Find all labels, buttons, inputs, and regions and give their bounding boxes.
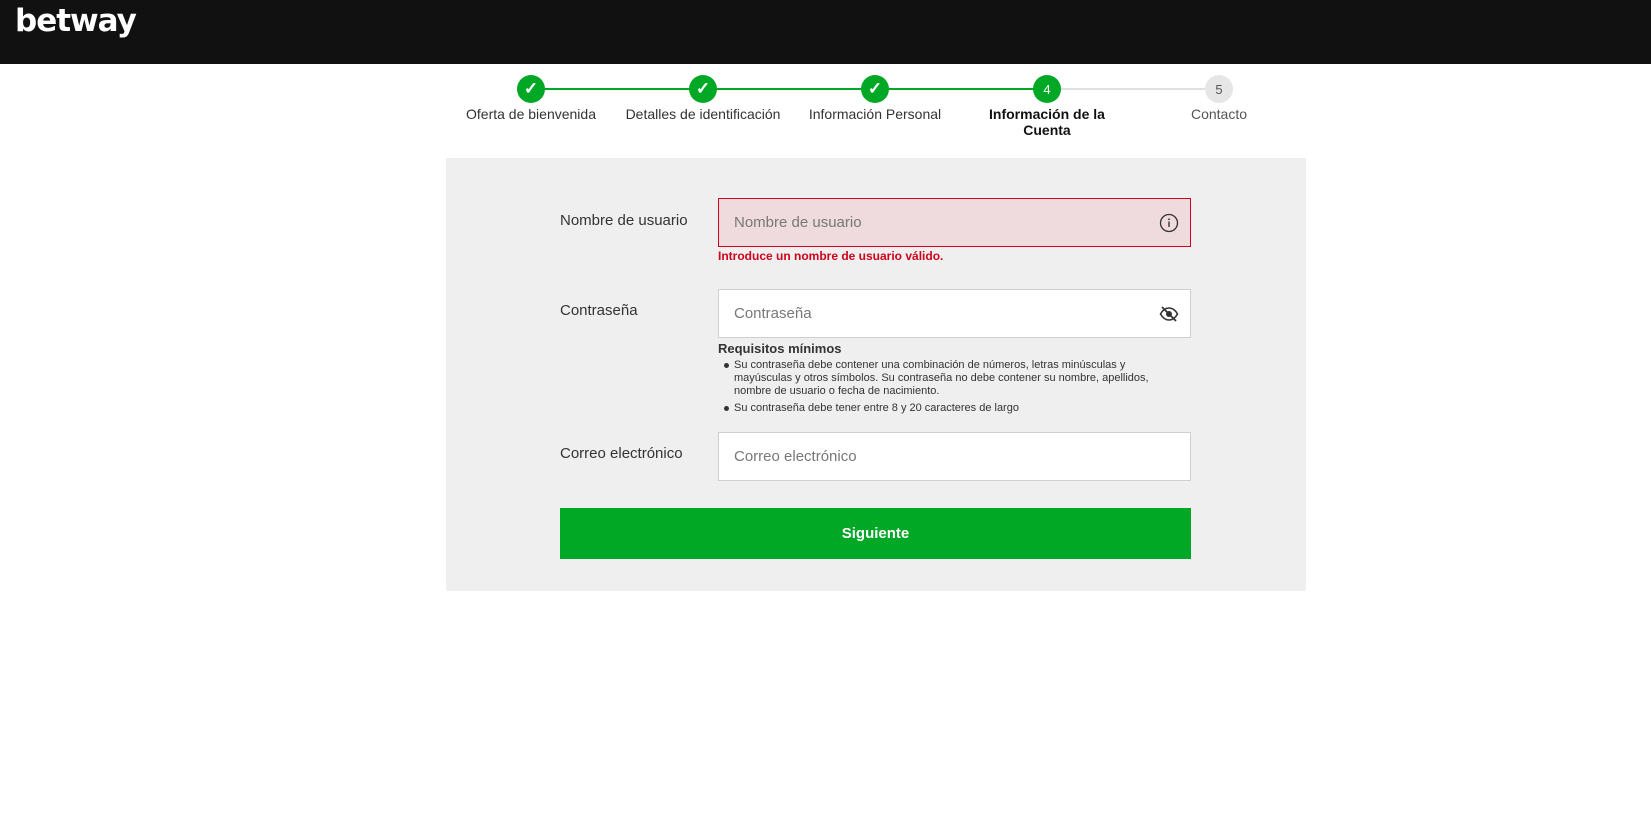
eye-slash-icon[interactable] bbox=[1159, 304, 1179, 324]
step-label: Oferta de bienvenida bbox=[466, 106, 596, 122]
password-field[interactable] bbox=[718, 289, 1191, 338]
email-field[interactable] bbox=[718, 432, 1191, 481]
step-oferta-de-bienvenida: ✓ Oferta de bienvenida bbox=[441, 75, 621, 122]
next-button[interactable]: Siguiente bbox=[560, 508, 1191, 559]
info-icon[interactable] bbox=[1159, 213, 1179, 233]
email-label: Correo electrónico bbox=[560, 445, 683, 462]
step-number-badge: 5 bbox=[1205, 75, 1233, 103]
step-label: Información de la Cuenta bbox=[989, 106, 1105, 138]
check-icon: ✓ bbox=[861, 75, 889, 103]
registration-stepper: ✓ Oferta de bienvenida ✓ Detalles de ide… bbox=[0, 64, 1651, 154]
step-label: Detalles de identificación bbox=[625, 106, 781, 122]
step-contacto: 5 Contacto bbox=[1129, 75, 1309, 122]
check-icon: ✓ bbox=[517, 75, 545, 103]
check-icon: ✓ bbox=[689, 75, 717, 103]
username-field[interactable] bbox=[718, 198, 1191, 247]
requirement-item: Su contraseña debe contener una combinac… bbox=[718, 359, 1158, 398]
username-input[interactable] bbox=[719, 199, 1139, 246]
top-header: betway bbox=[0, 0, 1651, 64]
betway-logo[interactable]: betway bbox=[15, 3, 137, 39]
account-info-form: Nombre de usuario Introduce un nombre de… bbox=[446, 158, 1306, 591]
step-label: Información Personal bbox=[808, 106, 942, 122]
step-label: Contacto bbox=[1190, 106, 1248, 122]
requirement-item: Su contraseña debe tener entre 8 y 20 ca… bbox=[718, 402, 1158, 415]
step-informacion-de-la-cuenta: 4 Información de la Cuenta bbox=[957, 75, 1137, 138]
password-input[interactable] bbox=[719, 290, 1139, 337]
email-input[interactable] bbox=[719, 433, 1139, 480]
username-error-message: Introduce un nombre de usuario válido. bbox=[718, 249, 944, 263]
step-informacion-personal: ✓ Información Personal bbox=[785, 75, 965, 122]
username-label: Nombre de usuario bbox=[560, 212, 688, 229]
password-label: Contraseña bbox=[560, 302, 638, 319]
password-requirements-list: Su contraseña debe contener una combinac… bbox=[718, 359, 1158, 419]
step-detalles-de-identificacion: ✓ Detalles de identificación bbox=[613, 75, 793, 122]
password-requirements-title: Requisitos mínimos bbox=[718, 341, 842, 356]
step-number-badge: 4 bbox=[1033, 75, 1061, 103]
